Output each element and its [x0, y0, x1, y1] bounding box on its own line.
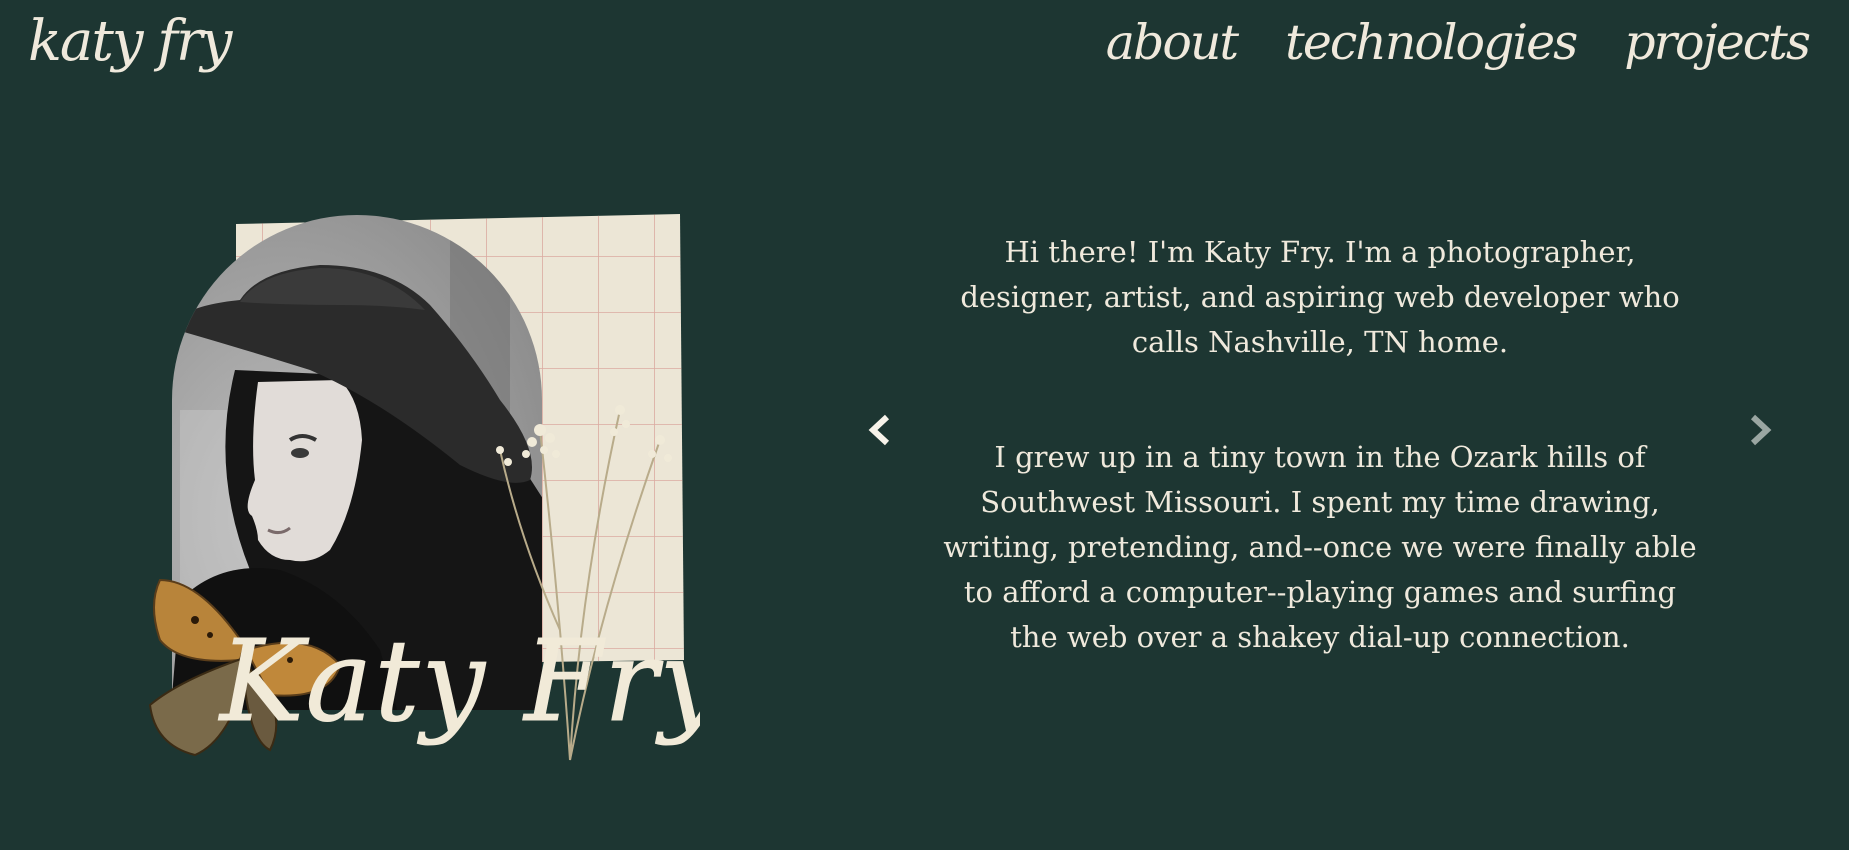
carousel-paragraph-background: I grew up in a tiny town in the Ozark hi… — [943, 440, 1697, 654]
carousel-paragraph-intro: Hi there! I'm Katy Fry. I'm a photograph… — [960, 235, 1680, 359]
carousel-next-button[interactable] — [1740, 410, 1780, 450]
about-carousel: Hi there! I'm Katy Fry. I'm a photograph… — [860, 230, 1780, 670]
nav-projects[interactable]: projects — [1624, 14, 1811, 73]
chevron-left-icon — [868, 414, 890, 446]
nav-technologies[interactable]: technologies — [1285, 14, 1578, 73]
nav-about[interactable]: about — [1106, 14, 1239, 73]
portrait-signature: Katy Fry — [218, 617, 700, 747]
chevron-right-icon — [1750, 414, 1772, 446]
carousel-prev-button[interactable] — [860, 410, 900, 450]
portrait-illustration: Katy Fry — [148, 214, 700, 761]
site-logo[interactable]: katy fry — [28, 8, 232, 75]
main-nav: about technologies projects — [1106, 14, 1811, 73]
portrait-collage: Katy Fry — [140, 210, 700, 780]
